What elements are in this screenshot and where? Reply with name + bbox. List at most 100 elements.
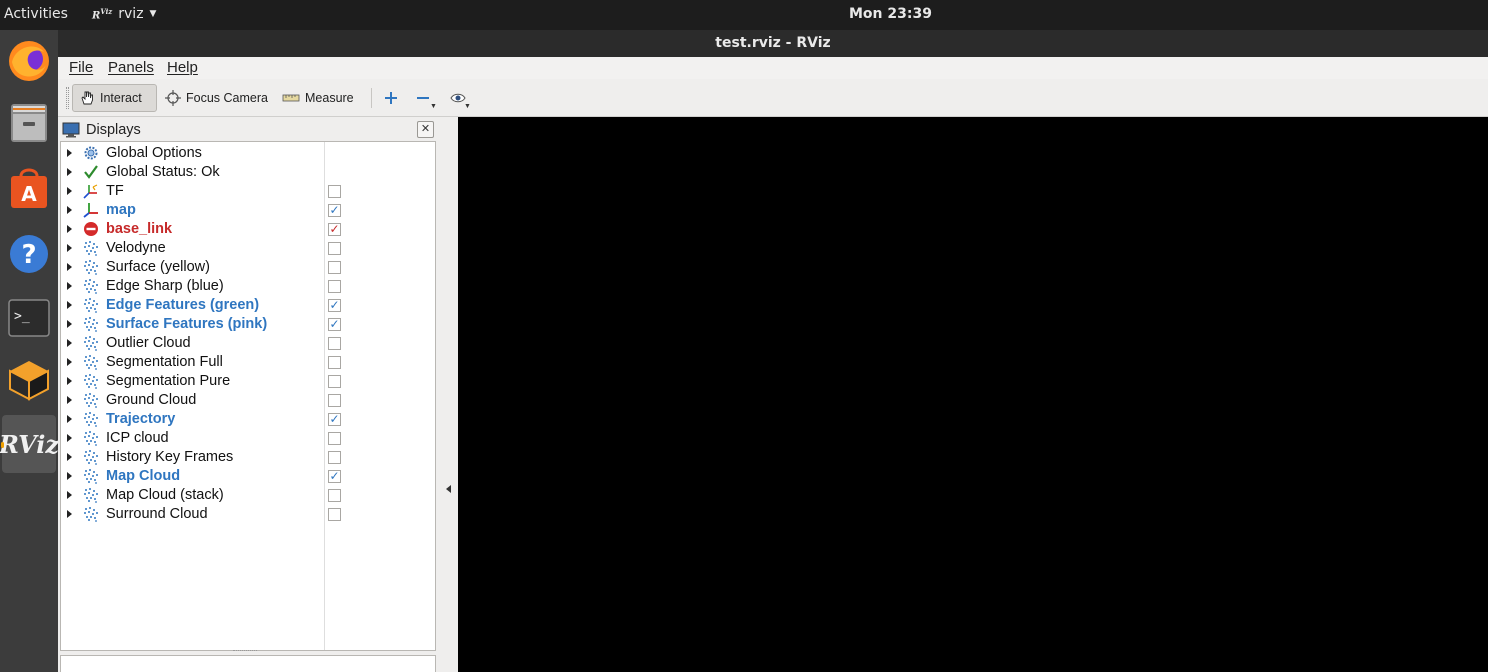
expand-arrow-icon[interactable]: [67, 244, 72, 252]
display-row-label: Global Status: Ok: [106, 164, 220, 180]
expand-arrow-icon[interactable]: [67, 377, 72, 385]
pointcloud-icon: [83, 449, 99, 465]
top-bar: Activities RViz rviz ▼ Mon 23:39: [0, 0, 1488, 30]
display-row[interactable]: Map Cloud ✓: [61, 467, 435, 486]
menu-file[interactable]: File: [69, 59, 93, 76]
enable-checkbox[interactable]: ✓: [328, 299, 341, 312]
display-row[interactable]: Global Options: [61, 144, 435, 163]
expand-arrow-icon[interactable]: [67, 510, 72, 518]
firefox-icon[interactable]: [2, 32, 56, 90]
display-row[interactable]: Surface Features (pink) ✓: [61, 315, 435, 334]
enable-checkbox[interactable]: ✓: [328, 470, 341, 483]
pointcloud-icon: [83, 506, 99, 522]
close-panel-button[interactable]: ✕: [417, 121, 434, 138]
enable-checkbox[interactable]: ✓: [328, 413, 341, 426]
display-row[interactable]: Edge Sharp (blue): [61, 277, 435, 296]
box-icon[interactable]: [2, 351, 56, 409]
files-icon[interactable]: [2, 94, 56, 152]
display-row[interactable]: Outlier Cloud: [61, 334, 435, 353]
displays-tree[interactable]: Global Options Global Status: Ok TF map ✓ bas…: [60, 141, 436, 651]
enable-checkbox[interactable]: [328, 242, 341, 255]
expand-arrow-icon[interactable]: [67, 187, 72, 195]
enable-checkbox[interactable]: [328, 356, 341, 369]
display-row[interactable]: Edge Features (green) ✓: [61, 296, 435, 315]
toolbar-grip[interactable]: [66, 87, 69, 109]
expand-arrow-icon[interactable]: [67, 472, 72, 480]
enable-checkbox[interactable]: [328, 280, 341, 293]
enable-checkbox[interactable]: [328, 375, 341, 388]
chevron-down-icon: ▼: [149, 9, 157, 19]
display-row[interactable]: TF: [61, 182, 435, 201]
expand-arrow-icon[interactable]: [67, 301, 72, 309]
display-row-label: Surface (yellow): [106, 259, 210, 275]
expand-arrow-icon[interactable]: [67, 206, 72, 214]
expand-arrow-icon[interactable]: [67, 396, 72, 404]
expand-arrow-icon[interactable]: [67, 415, 72, 423]
activities-button[interactable]: Activities: [4, 6, 68, 22]
panel-splitter-grip[interactable]: [233, 650, 257, 652]
running-indicator: [1, 442, 4, 448]
display-row[interactable]: Ground Cloud: [61, 391, 435, 410]
clock[interactable]: Mon 23:39: [849, 6, 932, 22]
display-row-label: Outlier Cloud: [106, 335, 191, 351]
menu-help[interactable]: Help: [167, 59, 198, 76]
enable-checkbox[interactable]: ✓: [328, 318, 341, 331]
expand-arrow-icon[interactable]: [67, 434, 72, 442]
interact-tool-button[interactable]: Interact: [72, 84, 157, 112]
expand-arrow-icon[interactable]: [67, 320, 72, 328]
help-icon[interactable]: ?: [2, 225, 56, 283]
display-row[interactable]: Surface (yellow): [61, 258, 435, 277]
remove-dropdown-arrow-icon[interactable]: ▼: [430, 103, 437, 110]
display-row[interactable]: Global Status: Ok: [61, 163, 435, 182]
pointcloud-icon: [83, 278, 99, 294]
expand-arrow-icon[interactable]: [67, 149, 72, 157]
display-row[interactable]: Trajectory ✓: [61, 410, 435, 429]
expand-arrow-icon[interactable]: [67, 339, 72, 347]
display-row[interactable]: Map Cloud (stack): [61, 486, 435, 505]
terminal-icon[interactable]: >_: [2, 289, 56, 347]
display-row[interactable]: base_link ✓: [61, 220, 435, 239]
enable-checkbox[interactable]: [328, 451, 341, 464]
enable-checkbox[interactable]: ✓: [328, 223, 341, 236]
display-row[interactable]: map ✓: [61, 201, 435, 220]
pointcloud-icon: [83, 411, 99, 427]
software-center-icon[interactable]: A: [2, 160, 56, 218]
displays-panel-header: Displays ✕: [60, 119, 437, 141]
expand-arrow-icon[interactable]: [67, 225, 72, 233]
view-dropdown-arrow-icon[interactable]: ▼: [464, 103, 471, 110]
display-row[interactable]: ICP cloud: [61, 429, 435, 448]
app-menu[interactable]: RViz rviz ▼: [92, 6, 156, 22]
panel-splitter[interactable]: [439, 117, 458, 672]
display-row-label: Surface Features (pink): [106, 316, 268, 332]
expand-arrow-icon[interactable]: [67, 168, 72, 176]
display-row-label: History Key Frames: [106, 449, 234, 465]
enable-checkbox[interactable]: [328, 432, 341, 445]
expand-arrow-icon[interactable]: [67, 263, 72, 271]
enable-checkbox[interactable]: [328, 185, 341, 198]
measure-tool-button[interactable]: Measure: [276, 84, 360, 112]
pointcloud-icon: [83, 373, 99, 389]
collapse-left-icon[interactable]: [446, 485, 451, 493]
expand-arrow-icon[interactable]: [67, 453, 72, 461]
expand-arrow-icon[interactable]: [67, 358, 72, 366]
focus-camera-tool-button[interactable]: Focus Camera: [159, 84, 274, 112]
display-row[interactable]: History Key Frames: [61, 448, 435, 467]
menu-bar: File Panels Help: [58, 57, 1488, 79]
enable-checkbox[interactable]: [328, 508, 341, 521]
add-tool-button[interactable]: [378, 84, 404, 112]
enable-checkbox[interactable]: ✓: [328, 204, 341, 217]
display-row[interactable]: Surround Cloud: [61, 505, 435, 524]
enable-checkbox[interactable]: [328, 489, 341, 502]
display-row[interactable]: Segmentation Pure: [61, 372, 435, 391]
enable-checkbox[interactable]: [328, 337, 341, 350]
rviz-icon[interactable]: RViz: [0, 415, 59, 473]
menu-panels[interactable]: Panels: [108, 59, 154, 76]
svg-text:>_: >_: [14, 309, 30, 324]
enable-checkbox[interactable]: [328, 261, 341, 274]
display-row[interactable]: Velodyne: [61, 239, 435, 258]
expand-arrow-icon[interactable]: [67, 491, 72, 499]
expand-arrow-icon[interactable]: [67, 282, 72, 290]
display-row[interactable]: Segmentation Full: [61, 353, 435, 372]
enable-checkbox[interactable]: [328, 394, 341, 407]
render-viewport[interactable]: [458, 117, 1488, 672]
